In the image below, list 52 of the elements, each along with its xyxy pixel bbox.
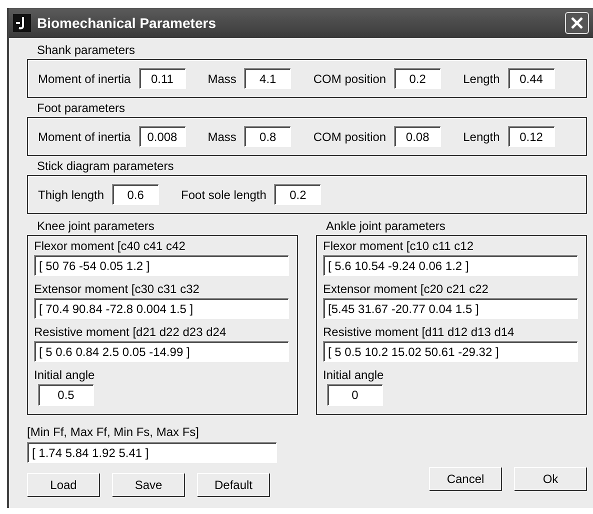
group-title: Foot parameters: [37, 101, 126, 115]
field-label: Length: [463, 130, 500, 144]
input-field[interactable]: 0.11: [138, 68, 186, 89]
group-title: Stick diagram parameters: [37, 159, 174, 173]
input-field[interactable]: 0.8: [244, 126, 292, 147]
input-field[interactable]: [ 1.74 5.84 1.92 5.41 ]: [27, 442, 277, 463]
action-button[interactable]: Ok: [514, 467, 587, 491]
field-label: Mass: [208, 72, 236, 86]
input-field[interactable]: [ 70.4 90.84 -72.8 0.004 1.5 ]: [34, 298, 289, 319]
field-label: Moment of inertia: [38, 72, 131, 86]
field-label: Initial angle: [323, 368, 385, 382]
field-label: Initial angle: [34, 368, 96, 382]
field-label: Extensor moment [c30 c31 c32: [34, 282, 200, 296]
field-label: Flexor moment [c40 c41 c42: [34, 239, 186, 253]
field-label: Extensor moment [c20 c21 c22: [323, 282, 490, 296]
group-title: Knee joint parameters: [37, 219, 154, 233]
input-field[interactable]: 0.08: [394, 126, 442, 147]
action-button[interactable]: Cancel: [429, 467, 502, 491]
input-field[interactable]: 0: [327, 384, 383, 406]
field-label: Thigh length: [38, 188, 104, 202]
input-field[interactable]: 0.5: [38, 384, 94, 406]
input-field[interactable]: 0.2: [274, 184, 322, 205]
field-label: Resistive moment [d21 d22 d23 d24: [34, 325, 228, 339]
input-field[interactable]: 0.2: [394, 68, 442, 89]
field-label: Mass: [208, 130, 236, 144]
action-button[interactable]: Save: [112, 473, 185, 497]
field-label: Foot sole length: [181, 188, 266, 202]
input-field[interactable]: [ 5 0.5 10.2 15.02 50.61 -29.32 ]: [323, 341, 578, 362]
input-field[interactable]: 0.12: [508, 126, 555, 147]
action-button[interactable]: Default: [197, 473, 270, 497]
input-field[interactable]: [5.45 31.67 -20.77 0.04 1.5 ]: [323, 298, 578, 319]
group-title: Shank parameters: [37, 43, 136, 57]
field-label: Flexor moment [c10 c11 c12: [323, 239, 475, 253]
field-label: [Min Ff, Max Ff, Min Fs, Max Fs]: [27, 425, 200, 439]
field-label: COM position: [313, 130, 386, 144]
field-label: Resistive moment [d11 d12 d13 d14: [323, 325, 516, 339]
app-icon: [13, 14, 31, 32]
window-title: Biomechanical Parameters: [37, 15, 217, 31]
close-icon: [570, 16, 584, 30]
input-field[interactable]: 4.1: [244, 68, 292, 89]
input-field[interactable]: [ 50 76 -54 0.05 1.2 ]: [34, 255, 289, 276]
input-field[interactable]: [ 5.6 10.54 -9.24 0.06 1.2 ]: [323, 255, 578, 276]
field-label: COM position: [313, 72, 386, 86]
input-field[interactable]: 0.6: [112, 184, 160, 205]
input-field[interactable]: [ 5 0.6 0.84 2.5 0.05 -14.99 ]: [34, 341, 289, 362]
field-label: Moment of inertia: [38, 130, 131, 144]
field-label: Length: [463, 72, 500, 86]
group-title: Ankle joint parameters: [326, 219, 446, 233]
close-button[interactable]: [565, 12, 589, 34]
action-button[interactable]: Load: [27, 473, 100, 497]
input-field[interactable]: 0.008: [138, 126, 186, 147]
input-field[interactable]: 0.44: [508, 68, 555, 89]
